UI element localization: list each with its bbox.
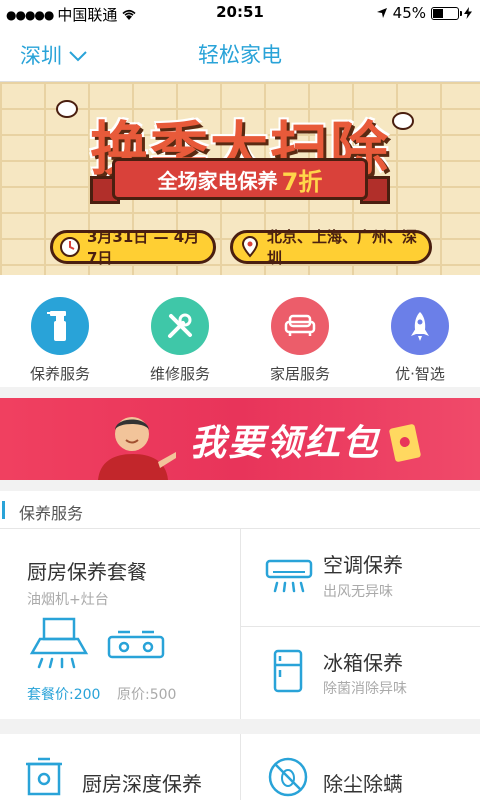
- red-packet-banner[interactable]: 我要领红包: [0, 398, 480, 480]
- service-categories: 保养服务 维修服务 家居服务 优·智选: [0, 275, 480, 387]
- fridge-icon: [273, 649, 303, 693]
- red-envelope-icon: [388, 423, 422, 463]
- service-grid-row-2: 厨房深度保养 除尘除螨: [0, 734, 480, 800]
- kitchen-pot-icon: [26, 757, 62, 796]
- date-pill: 3月31日 — 4月7日: [50, 228, 216, 267]
- spray-bottle-icon: [31, 297, 89, 355]
- promo-banner[interactable]: 换季大扫除 全场家电保养 7折 3月31日 — 4月7日 北京、上海、广州、深圳: [0, 82, 480, 275]
- category-maintenance[interactable]: 保养服务: [0, 275, 120, 387]
- discount-text: 全场家电保养: [157, 168, 278, 193]
- location-arrow-icon: [376, 8, 387, 18]
- promo-cities: 北京、上海、广州、深圳: [267, 228, 418, 267]
- card-title: 空调保养: [323, 553, 403, 577]
- card-title: 除尘除螨: [323, 772, 403, 796]
- discount-ribbon: 全场家电保养 7折: [112, 158, 368, 200]
- rocket-icon: [391, 297, 449, 355]
- section-header: 保养服务: [0, 491, 480, 529]
- card-title: 厨房深度保养: [82, 772, 202, 796]
- page-title: 轻松家电: [198, 43, 282, 67]
- mite-icon: [268, 757, 308, 797]
- map-pin-icon: [241, 236, 259, 258]
- card-title: 厨房保养套餐: [27, 560, 147, 584]
- air-conditioner-icon: [265, 559, 313, 593]
- aircon-card[interactable]: 空调保养 出风无异味: [241, 529, 480, 626]
- card-subtitle: 油烟机+灶台: [27, 592, 109, 608]
- category-smart-pick[interactable]: 优·智选: [360, 275, 480, 387]
- mite-card[interactable]: 除尘除螨: [241, 734, 480, 800]
- category-label: 优·智选: [395, 365, 445, 383]
- status-bar: ●●●●● 中国联通 20:51 45%: [0, 0, 480, 26]
- range-hood-icon: [29, 617, 89, 669]
- category-repair[interactable]: 维修服务: [120, 275, 240, 387]
- section-title: 保养服务: [19, 504, 84, 523]
- clock-icon: [60, 237, 80, 257]
- kitchen-deep-card[interactable]: 厨房深度保养: [0, 734, 240, 800]
- card-subtitle: 出风无异味: [323, 584, 393, 600]
- section-accent-bar: [2, 501, 5, 519]
- promo-dates: 3月31日 — 4月7日: [87, 228, 200, 267]
- category-home[interactable]: 家居服务: [240, 275, 360, 387]
- spokesperson-image: [98, 417, 176, 480]
- card-title: 冰箱保养: [323, 651, 403, 675]
- package-price: 套餐价:200: [27, 687, 101, 703]
- original-price: 原价:500: [117, 687, 177, 703]
- charging-icon: [464, 7, 472, 19]
- tools-icon: [151, 297, 209, 355]
- category-label: 维修服务: [149, 365, 210, 383]
- battery-percent: 45%: [392, 4, 426, 22]
- category-label: 家居服务: [269, 365, 330, 383]
- dust-cloud-icon: [56, 100, 78, 118]
- discount-highlight: 7折: [281, 167, 323, 196]
- card-subtitle: 除菌消除异味: [323, 681, 407, 697]
- battery-icon: [431, 6, 462, 20]
- nav-bar: 深圳 轻松家电: [0, 26, 480, 82]
- sofa-icon: [271, 297, 329, 355]
- category-label: 保养服务: [29, 365, 90, 383]
- red-packet-slogan: 我要领红包: [190, 422, 381, 464]
- fridge-card[interactable]: 冰箱保养 除菌消除异味: [241, 627, 480, 719]
- gas-stove-icon: [107, 630, 165, 659]
- kitchen-package-card[interactable]: 厨房保养套餐 油烟机+灶台 套餐价:200 原价:500: [0, 529, 240, 719]
- city-pill: 北京、上海、广州、深圳: [230, 228, 432, 267]
- service-grid: 厨房保养套餐 油烟机+灶台 套餐价:200 原价:500 空调保养 出风无异味: [0, 529, 480, 719]
